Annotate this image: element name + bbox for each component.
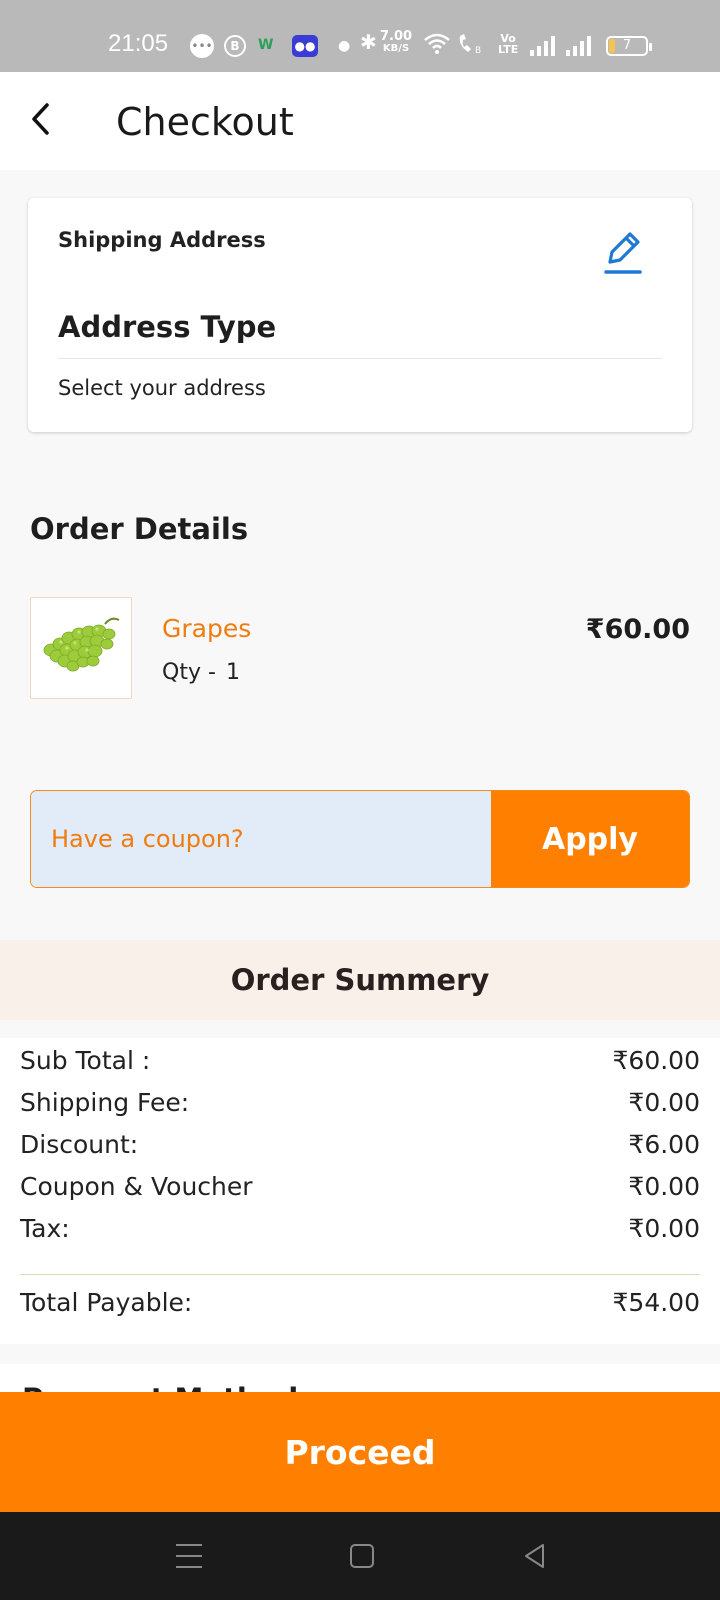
wifi-calling-icon: B	[456, 32, 486, 56]
wifi-icon	[424, 32, 450, 56]
divider	[20, 1274, 700, 1275]
bluetooth-icon: ✱	[360, 30, 377, 54]
recent-apps-icon[interactable]	[176, 1544, 202, 1568]
game-app-notification-icon: ●●	[292, 35, 318, 57]
network-speed-unit: KB/S	[382, 43, 410, 54]
coupon-input[interactable]	[31, 791, 491, 887]
summary-value: ₹0.00	[628, 1172, 700, 1201]
summary-row-shipping-fee: Shipping Fee: ₹0.00	[20, 1088, 700, 1117]
back-triangle-icon[interactable]	[522, 1542, 546, 1570]
summary-row-discount: Discount: ₹6.00	[20, 1130, 700, 1159]
summary-label: Coupon & Voucher	[20, 1172, 253, 1201]
item-image	[30, 597, 132, 699]
item-qty-value: 1	[226, 660, 240, 685]
item-price: ₹60.00	[585, 614, 690, 645]
pencil-icon	[604, 232, 642, 274]
back-button[interactable]	[20, 96, 60, 142]
order-details-title: Order Details	[30, 512, 249, 546]
order-summary-title: Order Summery	[0, 940, 720, 1020]
volte-indicator: Vo LTE	[498, 32, 518, 56]
w-app-notification-icon: W	[258, 37, 274, 53]
shipping-address-heading: Shipping Address	[58, 228, 266, 252]
b-app-notification-icon: B	[224, 35, 246, 57]
signal-strength-sim1-icon	[530, 34, 555, 58]
page-title: Checkout	[116, 100, 294, 144]
summary-label: Discount:	[20, 1130, 139, 1159]
summary-value: ₹6.00	[628, 1130, 700, 1159]
battery-icon: 7	[606, 36, 652, 56]
status-bar: 21:05 ••• B W ●● ● ✱ 7.00 KB/S B Vo LTE …	[0, 0, 720, 72]
status-time: 21:05	[108, 30, 169, 57]
item-name: Grapes	[162, 614, 252, 643]
total-payable-value: ₹54.00	[612, 1288, 700, 1317]
payment-method-section: Payment Method	[0, 1364, 720, 1394]
shipping-address-card[interactable]: Shipping Address Address Type Select you…	[28, 198, 692, 432]
summary-value: ₹0.00	[628, 1088, 700, 1117]
order-summary: Sub Total : ₹60.00 Shipping Fee: ₹0.00 D…	[0, 1038, 720, 1344]
more-notifications-dot-icon: ●	[338, 38, 351, 54]
network-speed-value: 7.00	[380, 29, 413, 44]
summary-row-tax: Tax: ₹0.00	[20, 1214, 700, 1243]
signal-strength-sim2-icon	[566, 34, 591, 58]
summary-value: ₹60.00	[612, 1046, 700, 1075]
divider	[58, 358, 662, 359]
apply-coupon-button[interactable]: Apply	[491, 791, 689, 887]
summary-row-coupon-voucher: Coupon & Voucher ₹0.00	[20, 1172, 700, 1201]
network-speed: 7.00 KB/S	[380, 29, 413, 55]
summary-row-subtotal: Sub Total : ₹60.00	[20, 1046, 700, 1075]
edit-address-button[interactable]	[602, 228, 646, 276]
item-qty-label: Qty -	[162, 660, 216, 685]
select-address-prompt[interactable]: Select your address	[58, 376, 266, 400]
svg-text:B: B	[475, 46, 481, 55]
message-notification-icon: •••	[190, 34, 214, 58]
volte-bottom: LTE	[498, 43, 519, 56]
total-payable-label: Total Payable:	[20, 1288, 193, 1317]
home-icon[interactable]	[350, 1544, 374, 1568]
summary-row-total: Total Payable: ₹54.00	[20, 1288, 700, 1317]
system-nav-bar	[0, 1512, 720, 1600]
proceed-button[interactable]: Proceed	[0, 1392, 720, 1512]
summary-label: Sub Total :	[20, 1046, 151, 1075]
summary-value: ₹0.00	[628, 1214, 700, 1243]
address-type: Address Type	[58, 310, 277, 344]
summary-label: Tax:	[20, 1214, 70, 1243]
app-bar: Checkout	[0, 72, 720, 170]
chevron-left-icon	[32, 103, 49, 135]
battery-level: 7	[622, 38, 632, 53]
coupon-box: Apply	[30, 790, 690, 888]
summary-label: Shipping Fee:	[20, 1088, 190, 1117]
grapes-image	[43, 617, 120, 672]
